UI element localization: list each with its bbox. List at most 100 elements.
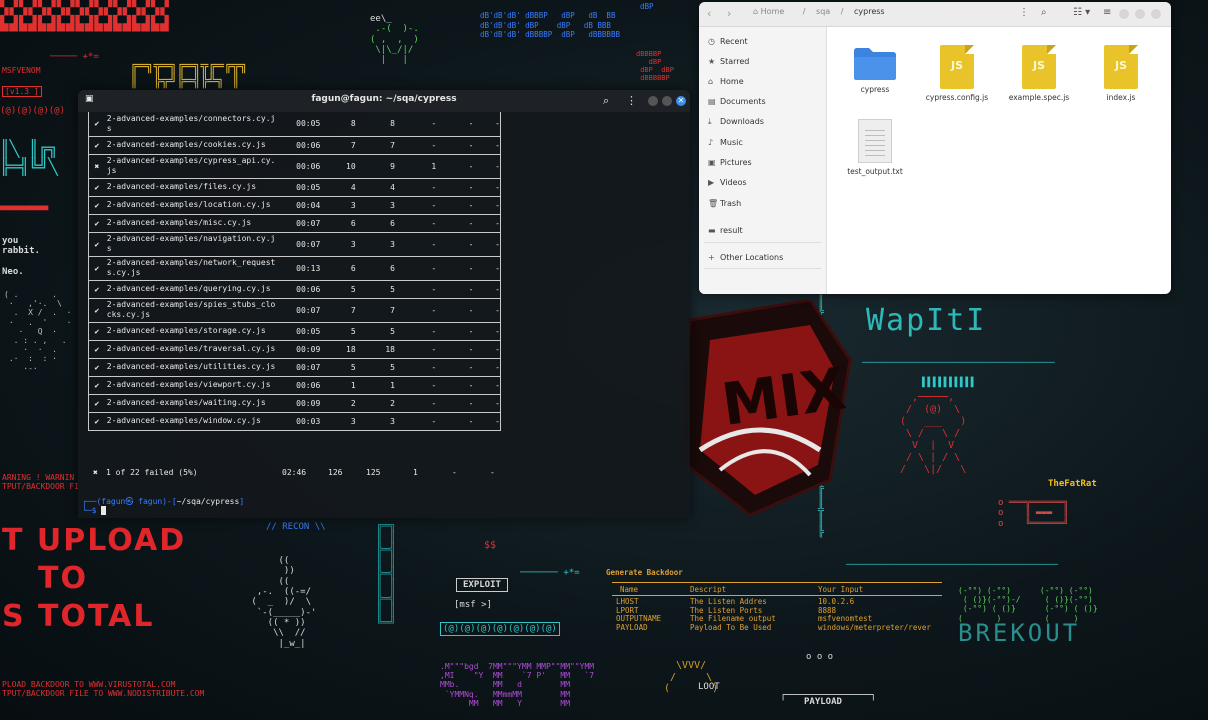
terminal-output[interactable]: ✔ 2-advanced-examples/connectors.cy.j s 00… — [78, 112, 690, 518]
wallpaper-yellow-ascii: ╔═╗╦═╗╔═╗╦╔═╔╦╗ ║ ╠╦╝╠═╣╠╩╗ ║ — [130, 59, 248, 89]
breadcrumb[interactable]: ⌂ Home / sqa / cypress — [753, 7, 893, 21]
wallpaper-cyan-bars: ▌▌▌▌▌▌▌▌▌▌ — [922, 378, 977, 388]
file-item[interactable]: cypress — [835, 45, 915, 94]
terminal-window[interactable]: ▣ fagun@fagun: ~/sqa/cypress ⌕ ⋮ ✕ ✔ 2-ad… — [78, 90, 690, 518]
wallpaper-rabbit-text: you rabbit. Neo. — [2, 236, 40, 278]
failing-count: - — [395, 112, 437, 137]
failing-count: - — [395, 358, 437, 377]
minimize-button[interactable] — [1119, 9, 1129, 19]
breadcrumb-sqa[interactable]: sqa — [816, 7, 830, 16]
passing-count: 4 — [355, 178, 395, 197]
sidebar-item-pictures[interactable]: ▣ Pictures — [708, 158, 752, 167]
skipped-count: - — [473, 376, 502, 395]
hamburger-menu-icon[interactable]: ≡ — [1103, 7, 1111, 18]
skipped-count: - — [473, 340, 502, 359]
status-icon: ✔ — [87, 232, 105, 257]
search-icon[interactable]: ⌕ — [603, 94, 609, 108]
spec-name: 2-advanced-examples/window.cy.js — [104, 412, 281, 431]
passing-count: 7 — [355, 298, 395, 323]
text-file-icon — [858, 119, 892, 163]
tests-count: 3 — [320, 412, 356, 431]
spec-name: 2-advanced-examples/network_request s.cy… — [104, 256, 281, 281]
wallpaper-green-faces: (-°°) (-°°) (-°°) (-°°) ( ()}(-°°)-/ ( (… — [958, 586, 1098, 623]
sidebar-item-documents[interactable]: ▤ Documents — [708, 97, 766, 106]
summary-skipped: - — [490, 468, 495, 477]
status-icon: ✖ — [87, 154, 105, 179]
sidebar-item-downloads[interactable]: ⤓ Downloads — [708, 117, 764, 127]
downloads-icon: ⤓ — [708, 117, 712, 126]
text-cursor — [101, 506, 107, 515]
wallpaper-upload-big: T UPLOAD TO S TOTAL — [2, 523, 187, 634]
skipped-count: - — [473, 136, 502, 155]
tests-count: 5 — [320, 358, 356, 377]
forward-arrow-icon[interactable]: › — [727, 7, 731, 20]
other-locations-icon: + — [708, 253, 715, 262]
terminal-titlebar[interactable]: ▣ fagun@fagun: ~/sqa/cypress ⌕ ⋮ ✕ — [78, 90, 690, 112]
summary-status-icon: ✖ — [93, 468, 98, 477]
wallpaper-blue-hex: dBP dB'dB'dB' dBBBP dBP dB BB dB'dB'dB' … — [480, 2, 654, 40]
file-manager-headerbar[interactable]: ‹ › ⌂ Home / sqa / cypress ⋮ ⌕ ☷ ▾ ≡ — [699, 2, 1171, 27]
shell-input-line[interactable]: └─$ — [82, 506, 107, 515]
sidebar-item-trash[interactable]: 🗑 Trash — [708, 199, 741, 208]
failing-count: - — [395, 340, 437, 359]
file-name: cypress — [860, 85, 890, 94]
tests-count: 6 — [320, 214, 356, 233]
search-icon[interactable]: ⌕ — [1041, 7, 1047, 18]
wallpaper-center-logo: MIX — [678, 300, 852, 517]
skipped-count: - — [473, 214, 502, 233]
sidebar-item-label: Music — [720, 138, 743, 147]
wallpaper-wapiti-logo: WapItI — [866, 303, 987, 338]
sidebar-item-other-locations[interactable]: + Other Locations — [708, 253, 783, 262]
skipped-count: - — [473, 154, 502, 179]
failing-count: - — [395, 298, 437, 323]
tests-count: 8 — [320, 112, 356, 137]
passing-count: 5 — [355, 358, 395, 377]
file-item[interactable]: JS index.js — [1081, 45, 1161, 102]
wallpaper-backdoor-panel: Generate Backdoor Name Descript Your Inp… — [604, 566, 944, 636]
music-icon: ♪ — [708, 138, 714, 147]
result-row: ✔ 2-advanced-examples/waiting.cy.js 00:09 2… — [87, 394, 502, 413]
wallpaper-payload-box: ┌──────────────┐ — [780, 690, 877, 701]
close-button[interactable] — [1151, 9, 1161, 19]
failing-count: - — [395, 280, 437, 299]
result-row: ✔ 2-advanced-examples/querying.cy.js 00:06… — [87, 280, 502, 299]
minimize-button[interactable] — [648, 96, 658, 106]
failing-count: - — [395, 376, 437, 395]
duration: 00:07 — [280, 232, 321, 257]
close-button[interactable]: ✕ — [676, 96, 686, 106]
js-file-icon: JS — [940, 45, 974, 89]
terminal-title: fagun@fagun: ~/sqa/cypress — [311, 94, 457, 104]
pending-count: - — [436, 376, 474, 395]
sidebar-item-videos[interactable]: ▶ Videos — [708, 178, 747, 187]
wallpaper-fatrat-label: TheFatRat — [1048, 479, 1097, 489]
wallpaper-loot-bag: \VVV/ / \ ( ) — [664, 660, 719, 694]
passing-count: 1 — [355, 376, 395, 395]
breadcrumb-home[interactable]: ⌂ Home — [753, 7, 792, 16]
maximize-button[interactable] — [662, 96, 672, 106]
file-item[interactable]: test_output.txt — [835, 119, 915, 176]
sidebar-item-home[interactable]: ⌂ Home — [708, 77, 744, 86]
sidebar-item-music[interactable]: ♪ Music — [708, 138, 743, 147]
menu-kebab-icon[interactable]: ⋮ — [626, 94, 637, 107]
duration: 00:07 — [280, 358, 321, 377]
summary-row: ✖ 1 of 22 failed (5%) 02:46 126 125 1 - … — [88, 464, 501, 482]
file-item[interactable]: JS example.spec.js — [999, 45, 1079, 102]
sidebar-item-recent[interactable]: ◷ Recent — [708, 37, 748, 46]
status-icon: ✔ — [87, 412, 105, 431]
passing-count: 5 — [355, 322, 395, 341]
file-item[interactable]: JS cypress.config.js — [917, 45, 997, 102]
passing-count: 7 — [355, 136, 395, 155]
folder-icon — [852, 45, 898, 81]
maximize-button[interactable] — [1135, 9, 1145, 19]
pending-count: - — [436, 394, 474, 413]
videos-icon: ▶ — [708, 178, 715, 187]
sidebar-item-starred[interactable]: ★ Starred — [708, 57, 749, 66]
sidebar-item-result[interactable]: ▬ result — [708, 226, 743, 235]
file-manager-window[interactable]: ‹ › ⌂ Home / sqa / cypress ⋮ ⌕ ☷ ▾ ≡ ◷ Re… — [699, 2, 1171, 294]
wallpaper-version: [v1.3 ] — [2, 86, 42, 98]
path-menu-icon[interactable]: ⋮ — [1019, 7, 1029, 18]
view-options-icon[interactable]: ☷ ▾ — [1073, 7, 1090, 18]
result-row: ✔ 2-advanced-examples/storage.cy.js 00:05 5… — [87, 322, 502, 341]
back-arrow-icon[interactable]: ‹ — [707, 7, 711, 20]
breadcrumb-cypress[interactable]: cypress — [854, 7, 885, 16]
